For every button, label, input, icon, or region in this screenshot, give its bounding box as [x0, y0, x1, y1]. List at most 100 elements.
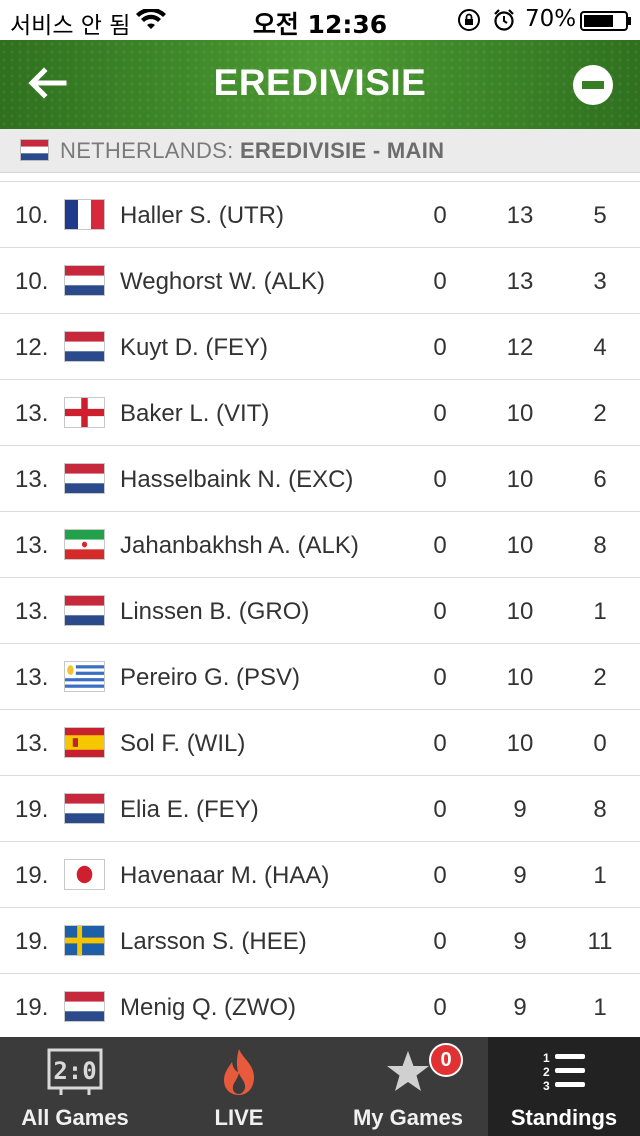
tab-all-games[interactable]: 2:0 All Games [0, 1037, 150, 1136]
league-label: NETHERLANDS: EREDIVISIE - MAIN [60, 138, 444, 164]
rank: 13. [15, 400, 49, 427]
table-row[interactable]: 13. Sol F. (WIL) 0 10 0 [0, 710, 640, 776]
league-bar[interactable]: NETHERLANDS: EREDIVISIE - MAIN [0, 129, 640, 173]
table-row[interactable]: 10. Haller S. (UTR) 0 13 5 [0, 182, 640, 248]
stat-column-1: 0 [433, 730, 447, 757]
rank: 10. [15, 202, 49, 229]
player-name: Weghorst W. (ALK) [120, 268, 325, 295]
alarm-icon [494, 9, 514, 31]
stat-column-2: 13 [506, 268, 534, 295]
stat-column-3: 5 [593, 202, 607, 229]
player-name: Kuyt D. (FEY) [120, 334, 269, 361]
player-name: Havenaar M. (HAA) [120, 862, 330, 889]
table-row[interactable]: 19. Elia E. (FEY) 0 9 8 [0, 776, 640, 842]
player-name: Hasselbaink N. (EXC) [120, 466, 354, 493]
stat-column-1: 0 [433, 400, 447, 427]
table-row[interactable]: 13. Jahanbakhsh A. (ALK) 0 10 8 [0, 512, 640, 578]
stat-column-1: 0 [433, 598, 447, 625]
player-name: Baker L. (VIT) [120, 400, 270, 427]
table-row[interactable]: 10. Weghorst W. (ALK) 0 13 3 [0, 248, 640, 314]
rank: 19. [15, 796, 49, 823]
tab-standings[interactable]: 1 2 3 Standings [488, 1037, 640, 1136]
bottom-tab-bar: 2:0 All Games LIVE 0 My Games 1 2 3 Stan… [0, 1037, 640, 1136]
table-row[interactable]: 13. Hasselbaink N. (EXC) 0 10 6 [0, 446, 640, 512]
table-row[interactable]: 13. Linssen B. (GRO) 0 10 1 [0, 578, 640, 644]
app-header: EREDIVISIE [0, 40, 640, 129]
flame-icon [224, 1049, 255, 1095]
table-row[interactable]: 13. Pereiro G. (PSV) 0 10 2 [0, 644, 640, 710]
sweden-flag-icon [64, 925, 105, 956]
england-flag-icon [64, 397, 105, 428]
league-name: EREDIVISIE - MAIN [239, 138, 445, 163]
rank: 13. [15, 598, 49, 625]
stat-column-1: 0 [433, 862, 447, 889]
stat-column-3: 0 [593, 730, 607, 757]
stat-column-1: 0 [433, 928, 447, 955]
netherlands-flag-icon [64, 331, 105, 362]
svg-text:3: 3 [543, 1079, 550, 1093]
stat-column-2: 10 [506, 598, 534, 625]
player-name: Elia E. (FEY) [120, 796, 259, 823]
table-row[interactable]: 19. Havenaar M. (HAA) 0 9 1 [0, 842, 640, 908]
player-name: Menig Q. (ZWO) [120, 994, 297, 1021]
my-games-badge: 0 [429, 1043, 463, 1077]
tab-live[interactable]: LIVE [150, 1037, 328, 1136]
netherlands-flag-icon [64, 793, 105, 824]
svg-text:2: 2 [543, 1065, 550, 1079]
stat-column-3: 4 [593, 334, 607, 361]
japan-flag-icon [64, 859, 105, 890]
tab-all-games-label: All Games [21, 1105, 129, 1130]
stat-column-2: 9 [513, 796, 527, 823]
tab-my-games-label: My Games [352, 1105, 464, 1130]
scorers-list: 10. Haller S. (UTR) 0 13 5 10. Weghorst W. (AL… [0, 181, 640, 1040]
stat-column-3: 1 [593, 598, 607, 625]
player-name: Sol F. (WIL) [120, 730, 246, 757]
stat-column-1: 0 [433, 466, 447, 493]
netherlands-flag-icon [20, 139, 49, 161]
rank: 13. [15, 532, 49, 559]
stat-column-3: 2 [593, 400, 607, 427]
iran-flag-icon [64, 529, 105, 560]
netherlands-flag-icon [64, 265, 105, 296]
status-bar: 서비스 안 됨 오전 12:36 70% [0, 0, 640, 40]
stat-column-2: 10 [506, 466, 534, 493]
league-country: NETHERLANDS: [60, 138, 234, 163]
collapse-minus-icon[interactable] [572, 64, 614, 106]
battery-percent: 70% [525, 6, 577, 32]
stat-column-3: 8 [593, 796, 607, 823]
table-row[interactable]: 19. Menig Q. (ZWO) 0 9 1 [0, 974, 640, 1040]
scoreboard-icon: 2:0 [47, 1048, 103, 1095]
svg-text:1: 1 [543, 1051, 550, 1065]
stat-column-3: 1 [593, 994, 607, 1021]
player-name: Haller S. (UTR) [120, 202, 285, 229]
stat-column-2: 10 [506, 532, 534, 559]
stat-column-3: 8 [593, 532, 607, 559]
stat-column-3: 2 [593, 664, 607, 691]
rank: 19. [15, 862, 49, 889]
battery-icon [580, 11, 631, 31]
stat-column-3: 3 [593, 268, 607, 295]
player-name: Pereiro G. (PSV) [120, 664, 301, 691]
uruguay-flag-icon [64, 661, 105, 692]
table-row[interactable]: 19. Larsson S. (HEE) 0 9 11 [0, 908, 640, 974]
tab-my-games[interactable]: 0 My Games [328, 1037, 488, 1136]
stat-column-2: 12 [506, 334, 534, 361]
star-icon [387, 1051, 429, 1091]
stat-column-3: 1 [593, 862, 607, 889]
table-row[interactable]: 12. Kuyt D. (FEY) 0 12 4 [0, 314, 640, 380]
stat-column-2: 10 [506, 400, 534, 427]
rank: 13. [15, 466, 49, 493]
stat-column-2: 13 [506, 202, 534, 229]
rank: 12. [15, 334, 49, 361]
stat-column-1: 0 [433, 532, 447, 559]
rank: 13. [15, 730, 49, 757]
stat-column-2: 10 [506, 664, 534, 691]
rotation-lock-icon [458, 9, 480, 31]
table-row[interactable]: 13. Baker L. (VIT) 0 10 2 [0, 380, 640, 446]
netherlands-flag-icon [64, 463, 105, 494]
tab-live-label: LIVE [214, 1105, 264, 1130]
stat-column-3: 6 [593, 466, 607, 493]
tab-standings-label: Standings [510, 1105, 618, 1130]
netherlands-flag-icon [64, 991, 105, 1022]
player-name: Larsson S. (HEE) [120, 928, 307, 955]
